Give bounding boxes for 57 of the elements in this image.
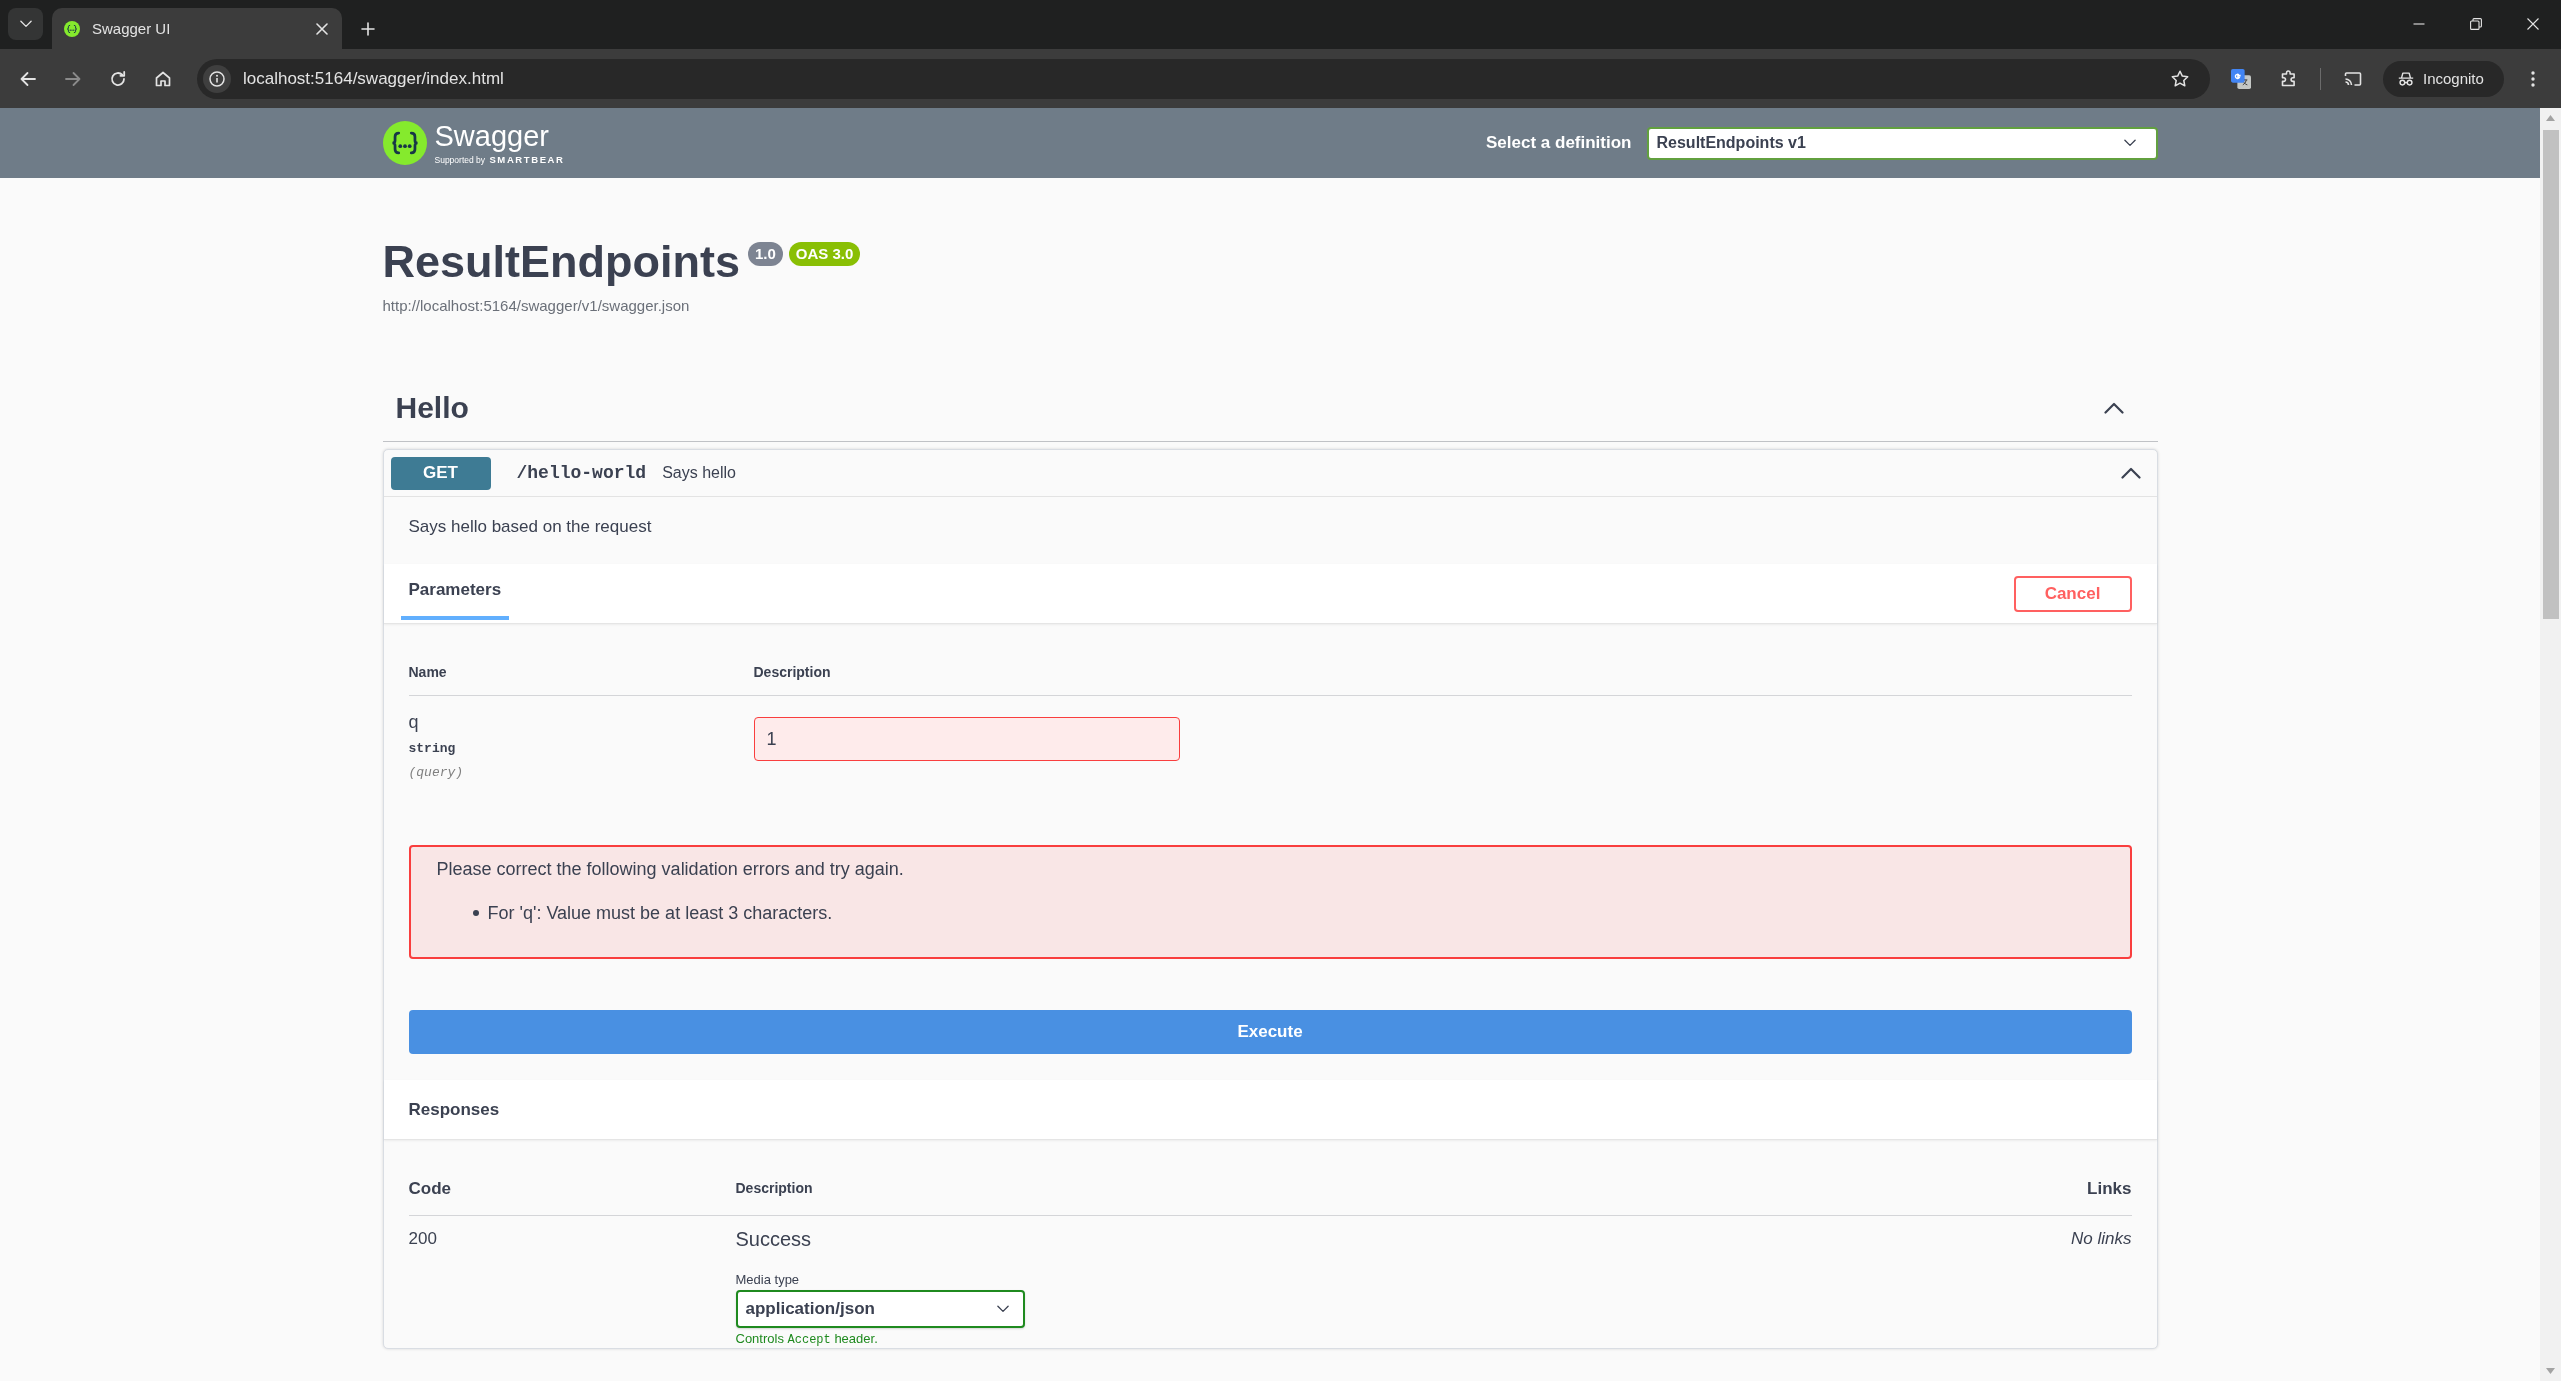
definition-select[interactable]: ResultEndpoints v1 [1646,126,2158,160]
star-icon[interactable] [2170,68,2190,89]
chevron-down-icon [996,1305,1009,1313]
version-badge: 1.0 [748,242,783,266]
parameter-type: string [408,741,457,757]
plus-icon[interactable] [361,22,375,36]
parameters-tab[interactable]: Parameters [400,564,510,620]
reload-icon[interactable] [108,68,128,89]
error-message: Please correct the following validation errors and try again. [436,858,905,881]
chevron-down-icon [2123,139,2136,147]
media-type-note: Controls Accept header. [735,1331,878,1348]
response-code: 200 [408,1228,438,1250]
browser-tab[interactable]: Swagger UI [52,8,342,49]
restore-icon[interactable] [2469,18,2482,30]
scrollbar[interactable] [2540,108,2561,1381]
column-header: Name [408,664,448,681]
column-header: Description [735,1180,814,1197]
more-menu-icon[interactable] [2531,70,2535,87]
spec-url-link[interactable]: http://localhost:5164/swagger/v1/swagger.json [382,297,2158,315]
parameter-input[interactable]: 1 [753,717,1180,761]
profile-button[interactable]: Incognito [2383,60,2504,97]
tab-search-button[interactable] [8,8,43,40]
endpoint-path: /hello-world [516,463,647,483]
address-bar[interactable]: localhost:5164/swagger/index.html [197,58,2210,99]
favicon-icon [64,20,80,37]
bullet-icon [472,910,479,916]
media-type-select[interactable]: application/json [735,1290,1025,1328]
endpoint-summary: Says hello [662,464,736,482]
endpoint-description: Says hello based on the request [407,516,653,538]
logo-icon [382,121,427,165]
parameter-name: q [408,711,420,733]
error-item: For 'q': Value must be at least 3 characters. [487,902,833,925]
column-header: Code [408,1178,452,1199]
column-header: Links [2087,1178,2132,1199]
logo-tagline: Supported by SMARTBEAR [434,153,565,166]
logo-text: Swagger [434,120,550,151]
response-links: No links [2071,1228,2132,1250]
api-title: ResultEndpoints [382,235,740,289]
column-header: Description [753,664,832,681]
scrollbar-thumb[interactable] [2542,130,2559,619]
method-badge: GET [390,456,491,490]
close-icon[interactable] [2526,18,2539,30]
operation-summary-bar[interactable]: GET /hello-world Says hello [383,450,2157,497]
parameter-location: (query) [408,765,465,781]
incognito-icon [2397,69,2415,88]
info-icon[interactable] [203,64,231,93]
chevron-up-icon[interactable] [2103,402,2124,414]
media-type-label: Media type [735,1272,800,1288]
translate-icon[interactable] [2231,68,2251,89]
response-description: Success [735,1227,812,1251]
spec-version-badge: OAS 3.0 [788,242,861,266]
responses-heading: Responses [408,1099,500,1120]
close-icon[interactable] [316,22,328,35]
definition-label: Select a definition [1486,133,1632,153]
section-title[interactable]: Hello [395,390,469,426]
chevron-down-icon [19,20,32,28]
chevron-up-icon[interactable] [2120,467,2141,479]
